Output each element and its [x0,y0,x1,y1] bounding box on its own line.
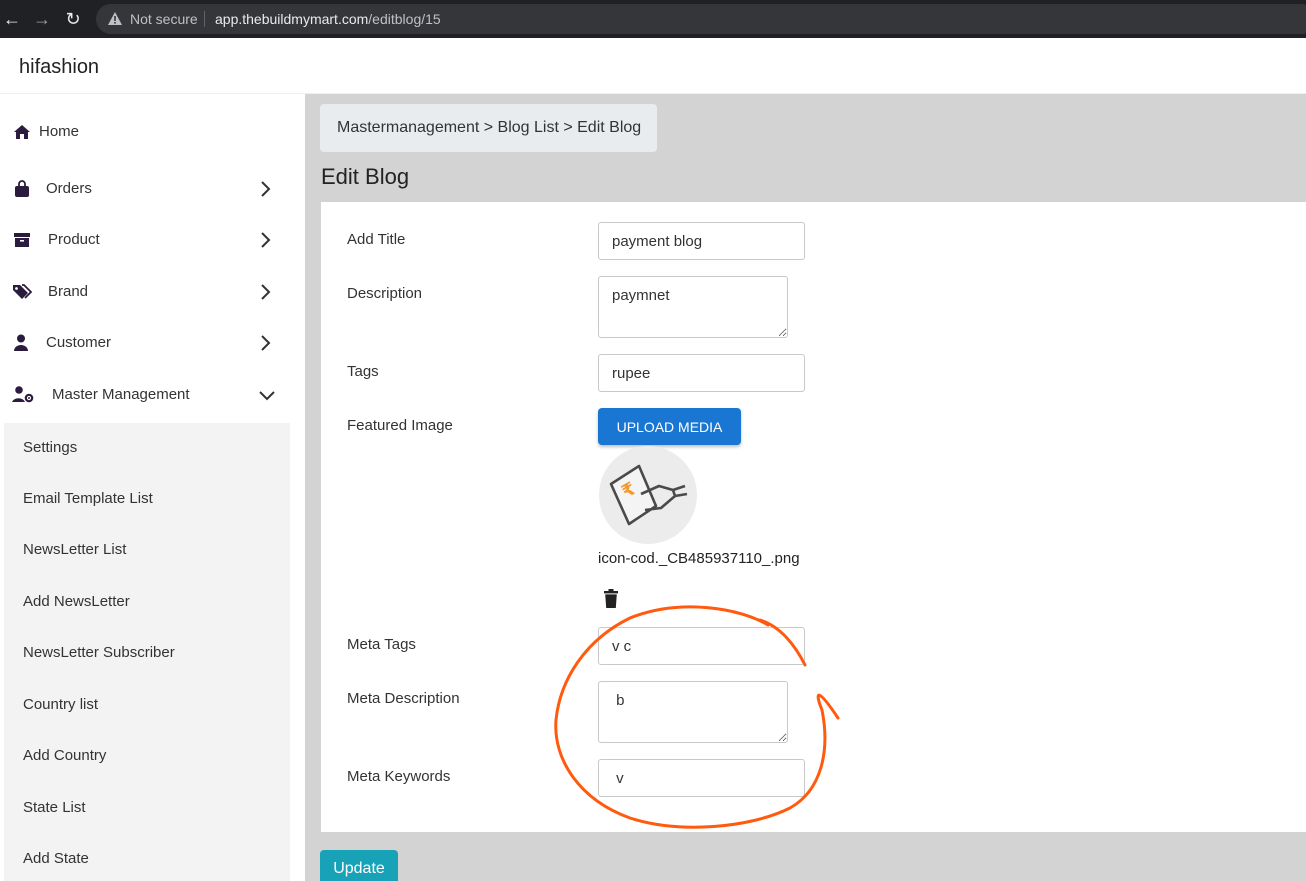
sidebar: Home Orders Product Brand Customer Maste… [0,94,305,881]
bag-icon [15,180,29,197]
sidebar-item-product[interactable]: Product [0,220,290,260]
edit-blog-form: Add Title Description paymnet Tags Featu… [321,202,1306,832]
page-title: Edit Blog [321,164,410,189]
submenu-item-add-state[interactable]: Add State [23,850,89,867]
forward-icon[interactable]: → [32,9,52,29]
user-gear-icon [12,386,34,403]
app-header: hifashion [0,38,1306,94]
reload-icon[interactable]: ↻ [63,9,83,29]
submenu-item-newsletter-subscriber[interactable]: NewsLetter Subscriber [23,644,175,661]
featured-image-label: Featured Image [347,417,453,434]
sidebar-item-home[interactable]: Home [0,112,290,152]
sidebar-item-label: Orders [46,180,92,197]
warning-icon [108,12,122,25]
user-icon [14,334,28,351]
archive-icon [14,233,30,247]
breadcrumb-text[interactable]: Mastermanagement > Blog List > Edit Blog [337,119,641,137]
chevron-right-icon [261,181,271,197]
file-name: icon-cod._CB485937110_.png [598,550,800,567]
meta-keywords-input[interactable] [598,759,805,797]
title-label: Add Title [347,231,406,248]
home-icon [14,125,30,139]
master-management-submenu: Settings Email Template List NewsLetter … [4,423,290,881]
description-label: Description [347,285,423,302]
not-secure-label: Not secure [130,11,198,27]
meta-description-textarea[interactable]: b [598,681,788,743]
trash-icon[interactable] [602,589,620,609]
submenu-item-email-template-list[interactable]: Email Template List [23,490,153,507]
meta-description-label: Meta Description [347,690,460,707]
featured-image-thumbnail[interactable]: ₹ [599,446,697,544]
update-button[interactable]: Update [320,850,398,881]
main-content: Mastermanagement > Blog List > Edit Blog… [305,94,1306,881]
address-bar[interactable]: Not secure app.thebuildmymart.com/editbl… [96,4,1306,34]
submenu-item-add-country[interactable]: Add Country [23,747,106,764]
submenu-item-settings[interactable]: Settings [23,439,77,456]
tags-label: Tags [347,363,379,380]
sidebar-item-orders[interactable]: Orders [0,169,290,209]
app-brand[interactable]: hifashion [19,56,99,79]
url-path: /editblog/15 [368,11,441,27]
sidebar-item-customer[interactable]: Customer [0,323,290,363]
cash-on-delivery-icon: ₹ [609,464,688,526]
tags-input[interactable] [598,354,805,392]
breadcrumb: Mastermanagement > Blog List > Edit Blog [320,104,657,152]
meta-keywords-label: Meta Keywords [347,768,451,785]
chevron-right-icon [261,232,271,248]
submenu-item-state-list[interactable]: State List [23,799,86,816]
submenu-item-country-list[interactable]: Country list [23,696,98,713]
sidebar-item-label: Home [39,123,80,140]
sidebar-item-brand[interactable]: Brand [0,272,290,312]
chevron-down-icon [259,391,275,401]
url-text: app.thebuildmymart.com/editblog/15 [215,11,441,27]
back-icon[interactable]: ← [2,9,22,29]
sidebar-item-label: Customer [46,334,112,351]
meta-tags-label: Meta Tags [347,636,416,653]
submenu-item-add-newsletter[interactable]: Add NewsLetter [23,593,130,610]
sidebar-item-label: Brand [48,283,89,300]
meta-tags-input[interactable] [598,627,805,665]
tags-icon [13,284,32,299]
chevron-right-icon [261,335,271,351]
url-divider [204,11,205,27]
upload-media-button[interactable]: UPLOAD MEDIA [598,408,741,445]
description-textarea[interactable]: paymnet [598,276,788,338]
submenu-item-newsletter-list[interactable]: NewsLetter List [23,541,126,558]
browser-toolbar: ← → ↻ Not secure app.thebuildmymart.com/… [0,0,1306,38]
sidebar-item-master-management[interactable]: Master Management [0,375,290,415]
sidebar-item-label: Master Management [52,386,190,403]
url-host: app.thebuildmymart.com [215,11,369,27]
sidebar-item-label: Product [48,231,100,248]
title-input[interactable] [598,222,805,260]
chevron-right-icon [261,284,271,300]
